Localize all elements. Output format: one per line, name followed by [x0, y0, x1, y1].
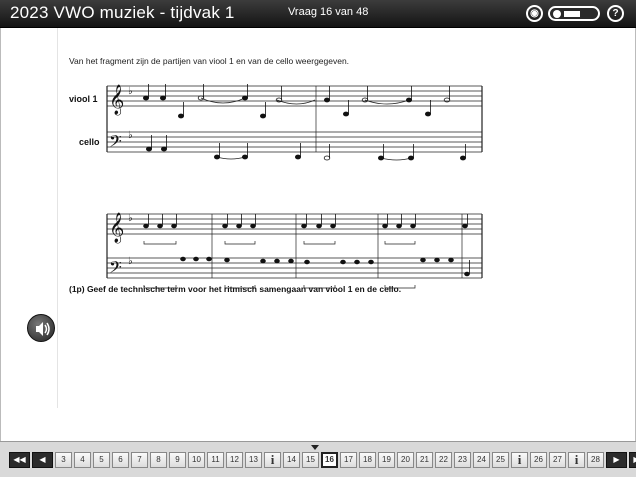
question-tab[interactable]: 20	[397, 452, 414, 468]
bass-clef-icon: 𝄢	[109, 131, 122, 155]
help-icon[interactable]: ?	[607, 5, 624, 22]
title-bar: 2023 VWO muziek - tijdvak 1 Vraag 16 van…	[0, 0, 636, 28]
question-tab[interactable]: 23	[454, 452, 471, 468]
question-navigation-bar: ◀◀ ◀ 3 4 5 6 7 8 9 10 11 12 13 i 14 15 1…	[0, 441, 636, 477]
info-tab[interactable]: i	[511, 452, 528, 468]
question-tab[interactable]: 6	[112, 452, 129, 468]
question-counter: Vraag 16 van 48	[288, 6, 369, 18]
next-question-button[interactable]: ▶	[606, 452, 627, 468]
current-question-tab[interactable]: 16	[321, 452, 338, 468]
question-tab[interactable]: 10	[188, 452, 205, 468]
audio-settings-icon[interactable]: ◉	[526, 5, 543, 22]
question-nav: ◀◀ ◀ 3 4 5 6 7 8 9 10 11 12 13 i 14 15 1…	[9, 452, 636, 468]
svg-text:𝄞: 𝄞	[109, 212, 124, 244]
question-tab[interactable]: 12	[226, 452, 243, 468]
question-tab[interactable]: 17	[340, 452, 357, 468]
info-tab[interactable]: i	[568, 452, 585, 468]
svg-text:♭: ♭	[128, 86, 133, 97]
question-tab[interactable]: 26	[530, 452, 547, 468]
question-tab[interactable]: 18	[359, 452, 376, 468]
last-question-button[interactable]: ▶▶	[629, 452, 636, 468]
question-tab[interactable]: 4	[74, 452, 91, 468]
staff-cello-system2	[107, 257, 482, 279]
question-tab[interactable]: 8	[150, 452, 167, 468]
question-content: Van het fragment zijn de partijen van vi…	[0, 28, 636, 441]
staff-violin-system2	[107, 213, 482, 235]
question-tab[interactable]: 7	[131, 452, 148, 468]
question-tab[interactable]: 22	[435, 452, 452, 468]
current-question-marker	[311, 445, 319, 450]
first-question-button[interactable]: ◀◀	[9, 452, 30, 468]
volume-control[interactable]	[548, 6, 600, 21]
music-score: 𝄞 𝄢 𝄞 𝄢 ♭ ♭ ♭ ♭	[106, 84, 483, 289]
svg-text:♭: ♭	[128, 213, 133, 224]
question-tab[interactable]: 25	[492, 452, 509, 468]
volume-knob[interactable]	[553, 10, 561, 18]
treble-clef-icon: 𝄞	[109, 84, 124, 116]
svg-text:𝄢: 𝄢	[109, 257, 122, 281]
question-tab[interactable]: 5	[93, 452, 110, 468]
question-tab[interactable]: 11	[207, 452, 224, 468]
question-tab[interactable]: 21	[416, 452, 433, 468]
exam-title: 2023 VWO muziek - tijdvak 1	[10, 3, 235, 22]
previous-question-button[interactable]: ◀	[32, 452, 53, 468]
question-tab[interactable]: 27	[549, 452, 566, 468]
question-tab[interactable]: 14	[283, 452, 300, 468]
question-tab[interactable]: 15	[302, 452, 319, 468]
svg-text:♭: ♭	[128, 256, 133, 267]
info-tab[interactable]: i	[264, 452, 281, 468]
question-tab[interactable]: 28	[587, 452, 604, 468]
question-tab[interactable]: 13	[245, 452, 262, 468]
volume-bars	[564, 11, 580, 17]
question-tab[interactable]: 24	[473, 452, 490, 468]
question-tab[interactable]: 9	[169, 452, 186, 468]
question-tab[interactable]: 3	[55, 452, 72, 468]
svg-text:♭: ♭	[128, 130, 133, 141]
question-tab[interactable]: 19	[378, 452, 395, 468]
